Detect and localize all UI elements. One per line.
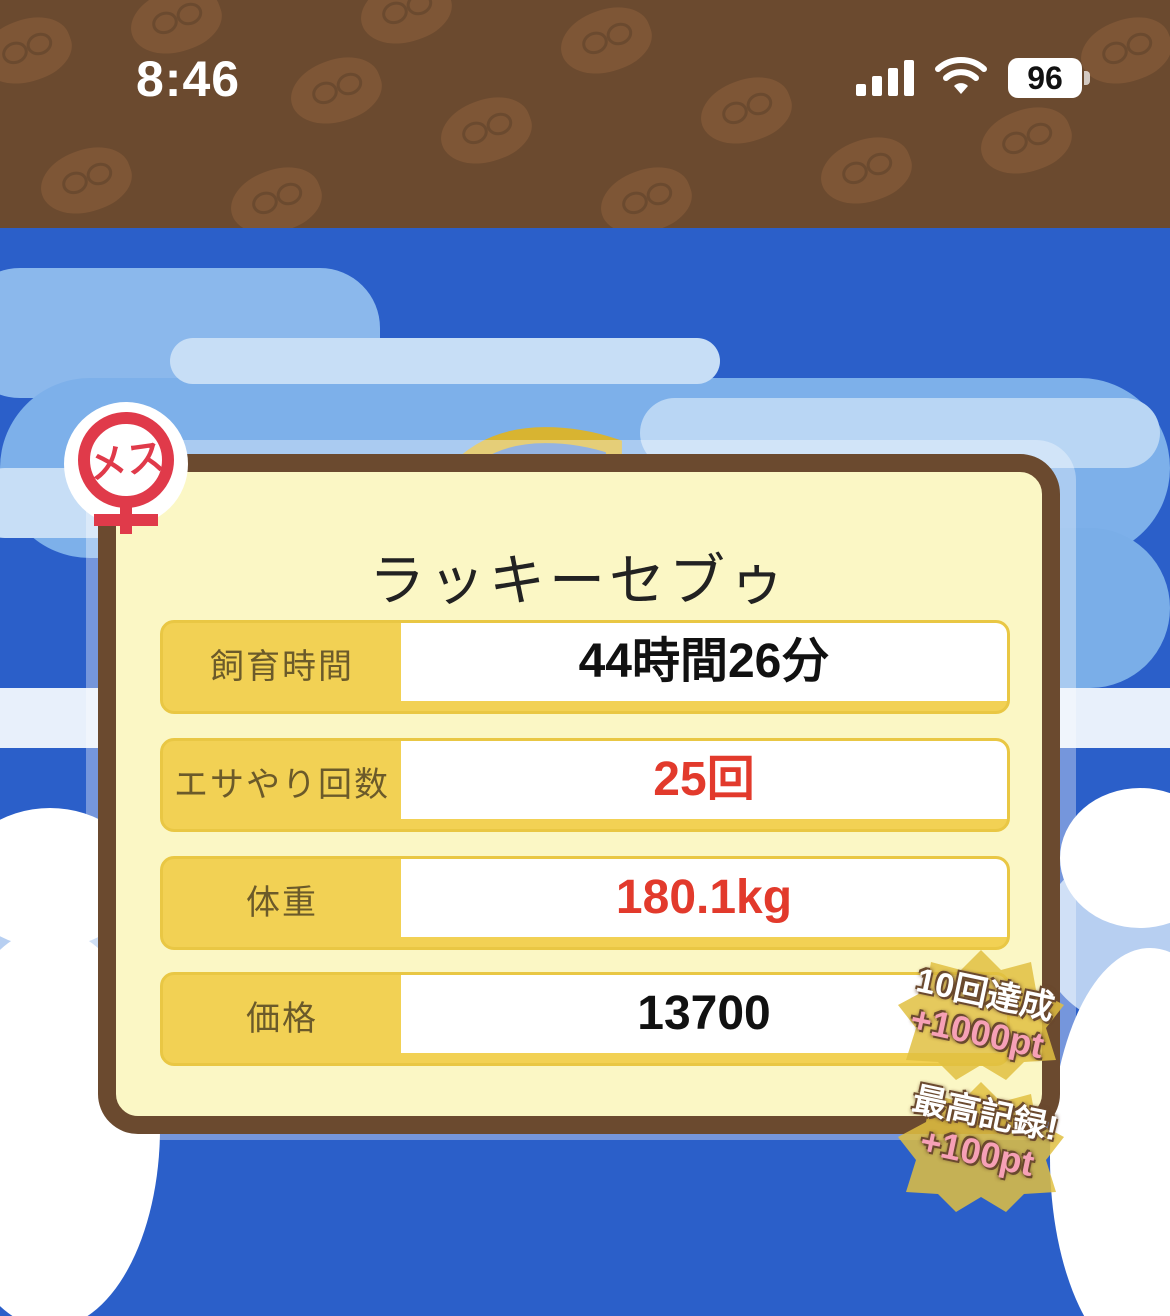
battery-indicator: 96 <box>1008 58 1082 98</box>
stat-label: エサやり回数 <box>174 765 390 805</box>
award-record: 最高記録! +100pt <box>896 1081 1066 1212</box>
stat-row-breeding-time: 飼育時間 44時間26分 <box>160 620 1010 714</box>
stat-value: 180.1kg <box>401 859 1007 937</box>
stat-row-price: 価格 13700 <box>160 972 1010 1066</box>
stat-value: 25回 <box>401 741 1007 819</box>
stat-value: 44時間26分 <box>401 623 1007 701</box>
stat-label: 飼育時間 <box>210 647 354 687</box>
stat-label: 価格 <box>246 999 318 1039</box>
pet-name: ラッキーセブゥ <box>369 549 789 614</box>
award-feed-milestone: 10回達成 +1000pt <box>896 950 1066 1080</box>
stat-row-weight: 体重 180.1kg <box>160 856 1010 950</box>
battery-tip <box>1084 71 1090 85</box>
stat-label: 体重 <box>246 883 318 923</box>
status-bar: 8:46 96 <box>0 0 1170 228</box>
wifi-icon <box>935 57 987 94</box>
stat-row-feed-count: エサやり回数 25回 <box>160 738 1010 832</box>
cellular-signal-icon <box>856 60 914 96</box>
status-time: 8:46 <box>136 51 241 107</box>
